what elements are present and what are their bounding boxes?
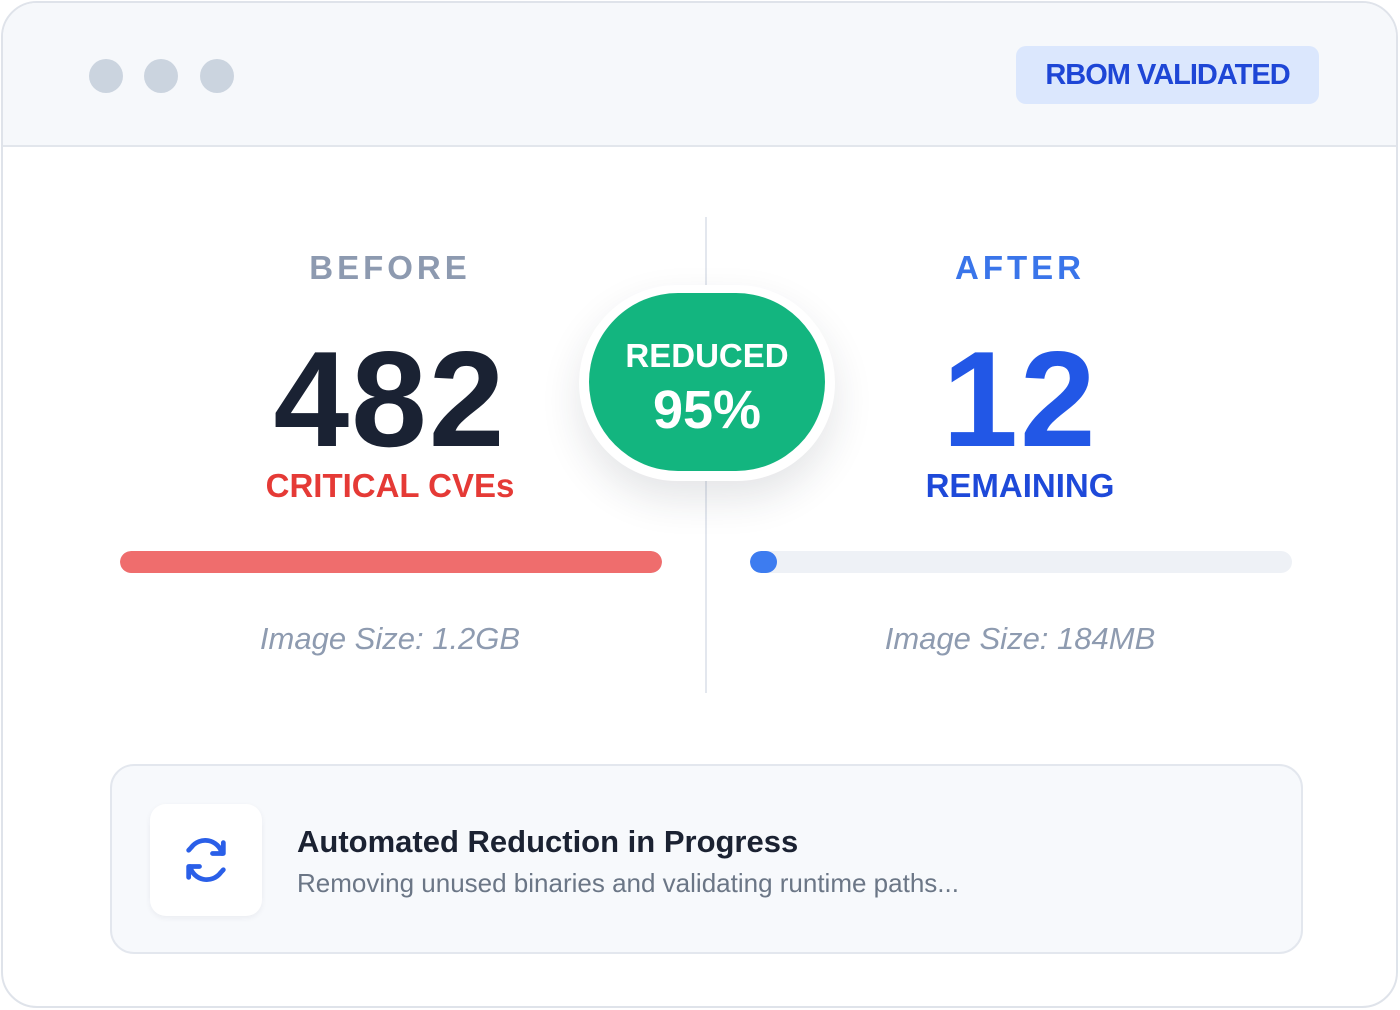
refresh-icon — [186, 838, 226, 882]
app-window: RBOM VALIDATED BEFORE 482 CRITICAL CVEs … — [1, 1, 1398, 1008]
reduction-badge-inner: REDUCED 95% — [589, 293, 825, 471]
before-progress-fill — [120, 551, 662, 573]
reduction-badge: REDUCED 95% — [579, 285, 835, 481]
progress-description: Removing unused binaries and validating … — [297, 868, 959, 898]
title-bar: RBOM VALIDATED — [3, 3, 1396, 147]
after-label: AFTER — [955, 249, 1085, 286]
window-close-dot[interactable] — [89, 59, 123, 93]
before-progress-bar — [120, 551, 662, 573]
before-image-size: Image Size: 1.2GB — [259, 621, 521, 656]
after-image-size: Image Size: 184MB — [884, 621, 1156, 656]
after-progress-bar — [750, 551, 1292, 573]
reduction-value: 95% — [652, 380, 762, 440]
before-sub-label: CRITICAL CVEs — [265, 467, 515, 504]
before-label: BEFORE — [309, 249, 471, 286]
window-maximize-dot[interactable] — [200, 59, 234, 93]
rbom-validated-badge: RBOM VALIDATED — [1016, 46, 1319, 104]
after-progress-fill — [750, 551, 778, 573]
progress-title: Automated Reduction in Progress — [297, 824, 799, 859]
window-minimize-dot[interactable] — [144, 59, 178, 93]
progress-status-card: Automated Reduction in Progress Removing… — [110, 764, 1303, 954]
reduction-title: REDUCED — [625, 337, 789, 374]
refresh-icon-container — [150, 804, 262, 916]
after-sub-label: REMAINING — [925, 467, 1115, 504]
